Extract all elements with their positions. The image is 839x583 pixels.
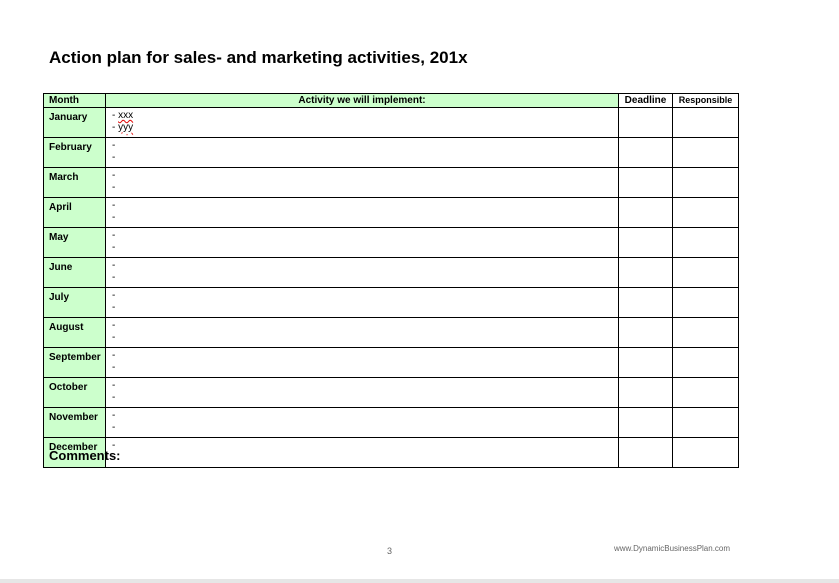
month-cell: June xyxy=(43,257,106,288)
activity-line: - xyxy=(112,350,116,361)
footer-url: www.DynamicBusinessPlan.com xyxy=(614,544,731,553)
table-row: July - - xyxy=(43,287,739,318)
comments-label: Comments: xyxy=(49,448,121,463)
month-cell: May xyxy=(43,227,106,258)
deadline-cell[interactable] xyxy=(618,317,673,348)
activity-line: - xyxy=(112,140,116,151)
action-plan-table: Month Activity we will implement: Deadli… xyxy=(43,93,739,468)
activity-line: - yyy xyxy=(112,122,618,134)
table-row: November - - xyxy=(43,407,739,438)
table-row: June - - xyxy=(43,257,739,288)
activity-cell[interactable]: -- xyxy=(105,167,619,198)
activity-line: - xyxy=(112,320,116,331)
month-cell: March xyxy=(43,167,106,198)
month-cell: August xyxy=(43,317,106,348)
activity-line: - xyxy=(112,182,116,193)
page-title: Action plan for sales- and marketing act… xyxy=(49,48,468,67)
activity-cell[interactable]: -- xyxy=(105,257,619,288)
activity-cell[interactable]: -- xyxy=(105,437,619,468)
month-cell: February xyxy=(43,137,106,168)
table-row: September - - xyxy=(43,347,739,378)
month-cell: September xyxy=(43,347,106,378)
activity-line: - xyxy=(112,212,116,223)
deadline-cell[interactable] xyxy=(618,107,673,138)
activity-line: - xyxy=(112,260,116,271)
deadline-cell[interactable] xyxy=(618,257,673,288)
activity-text: xxx xyxy=(118,110,134,121)
deadline-cell[interactable] xyxy=(618,197,673,228)
header-activity: Activity we will implement: xyxy=(105,93,619,108)
responsible-cell[interactable] xyxy=(672,377,739,408)
month-cell: April xyxy=(43,197,106,228)
activity-line: - xyxy=(112,170,116,181)
responsible-cell[interactable] xyxy=(672,197,739,228)
responsible-cell[interactable] xyxy=(672,167,739,198)
activity-line: - xyxy=(112,242,116,253)
month-cell: July xyxy=(43,287,106,318)
activity-line: - xyxy=(112,200,116,211)
activity-cell[interactable]: -- xyxy=(105,287,619,318)
header-responsible: Responsible xyxy=(672,93,739,108)
header-month: Month xyxy=(43,93,106,108)
deadline-cell[interactable] xyxy=(618,407,673,438)
activity-line: - xyxy=(112,362,116,373)
responsible-cell[interactable] xyxy=(672,107,739,138)
table-row: February - - xyxy=(43,137,739,168)
deadline-cell[interactable] xyxy=(618,287,673,318)
table-row: August - - xyxy=(43,317,739,348)
activity-cell[interactable]: - xxx - yyy xyxy=(105,107,619,138)
table-row: January - xxx - yyy xyxy=(43,107,739,138)
activity-line: - xyxy=(112,410,116,421)
activity-line: - xyxy=(112,422,116,433)
activity-line: - xyxy=(112,440,116,451)
table-row: October - - xyxy=(43,377,739,408)
deadline-cell[interactable] xyxy=(618,227,673,258)
page-bottom-edge xyxy=(0,579,839,583)
activity-cell[interactable]: -- xyxy=(105,197,619,228)
responsible-cell[interactable] xyxy=(672,347,739,378)
table-row: April - - xyxy=(43,197,739,228)
table-header-row: Month Activity we will implement: Deadli… xyxy=(43,93,739,108)
table-body: January - xxx - yyy February - - March - - April -… xyxy=(43,107,739,468)
activity-line: - xyxy=(112,380,116,391)
activity-line: - xxx xyxy=(112,110,618,122)
page-number: 3 xyxy=(387,546,393,556)
month-cell: November xyxy=(43,407,106,438)
table-row: December - - xyxy=(43,437,739,468)
activity-line: - xyxy=(112,230,116,241)
month-cell: January xyxy=(43,107,106,138)
deadline-cell[interactable] xyxy=(618,437,673,468)
responsible-cell[interactable] xyxy=(672,317,739,348)
activity-cell[interactable]: -- xyxy=(105,317,619,348)
activity-line: - xyxy=(112,152,116,163)
deadline-cell[interactable] xyxy=(618,347,673,378)
activity-text: yyy xyxy=(118,122,134,133)
activity-line: - xyxy=(112,272,116,283)
responsible-cell[interactable] xyxy=(672,287,739,318)
activity-cell[interactable]: -- xyxy=(105,227,619,258)
table-row: March - - xyxy=(43,167,739,198)
deadline-cell[interactable] xyxy=(618,167,673,198)
document-page: Action plan for sales- and marketing act… xyxy=(0,0,839,583)
deadline-cell[interactable] xyxy=(618,137,673,168)
activity-line: - xyxy=(112,332,116,343)
activity-cell[interactable]: -- xyxy=(105,137,619,168)
activity-line: - xyxy=(112,290,116,301)
responsible-cell[interactable] xyxy=(672,407,739,438)
table-row: May - - xyxy=(43,227,739,258)
activity-line: - xyxy=(112,392,116,403)
activity-line: - xyxy=(112,302,116,313)
responsible-cell[interactable] xyxy=(672,137,739,168)
responsible-cell[interactable] xyxy=(672,437,739,468)
header-deadline: Deadline xyxy=(618,93,673,108)
activity-cell[interactable]: -- xyxy=(105,377,619,408)
activity-line: - xyxy=(112,452,116,463)
responsible-cell[interactable] xyxy=(672,257,739,288)
deadline-cell[interactable] xyxy=(618,377,673,408)
responsible-cell[interactable] xyxy=(672,227,739,258)
activity-cell[interactable]: -- xyxy=(105,347,619,378)
month-cell: October xyxy=(43,377,106,408)
activity-cell[interactable]: -- xyxy=(105,407,619,438)
